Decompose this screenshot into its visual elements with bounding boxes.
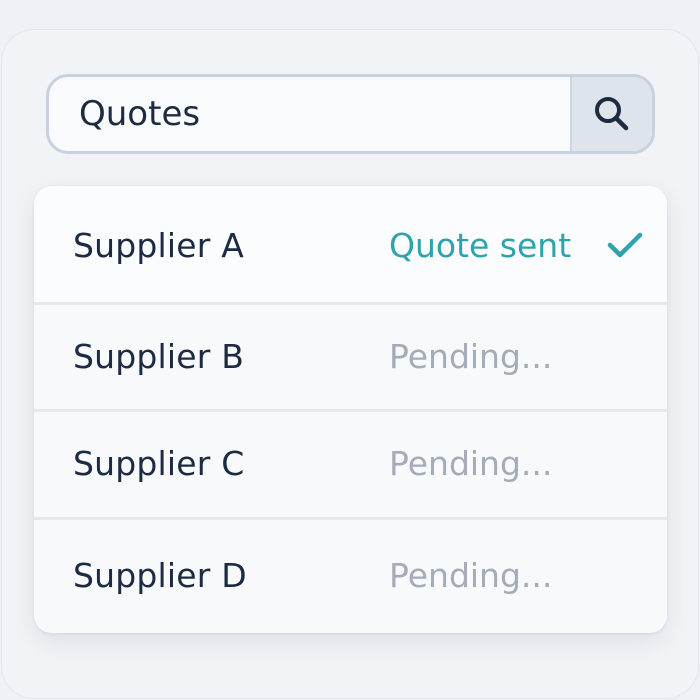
search-icon bbox=[595, 97, 629, 131]
list-item-supplier-c[interactable]: Supplier C Pending... bbox=[34, 409, 667, 517]
search-bar bbox=[46, 74, 655, 154]
quote-status: Pending... bbox=[389, 337, 553, 376]
list-item-supplier-a[interactable]: Supplier A Quote sent bbox=[34, 186, 667, 302]
supplier-name: Supplier C bbox=[73, 444, 245, 483]
quote-status: Quote sent bbox=[389, 226, 572, 265]
search-button[interactable] bbox=[570, 77, 652, 151]
search-input[interactable] bbox=[49, 77, 573, 151]
check-icon bbox=[607, 232, 643, 258]
list-item-supplier-d[interactable]: Supplier D Pending... bbox=[34, 517, 667, 633]
supplier-list: Supplier A Quote sent Supplier B Pending… bbox=[34, 186, 667, 633]
supplier-name: Supplier A bbox=[73, 226, 245, 265]
quote-status: Pending... bbox=[389, 556, 553, 595]
quote-status: Pending... bbox=[389, 444, 553, 483]
supplier-name: Supplier D bbox=[73, 556, 247, 595]
list-item-supplier-b[interactable]: Supplier B Pending... bbox=[34, 302, 667, 409]
supplier-name: Supplier B bbox=[73, 337, 245, 376]
